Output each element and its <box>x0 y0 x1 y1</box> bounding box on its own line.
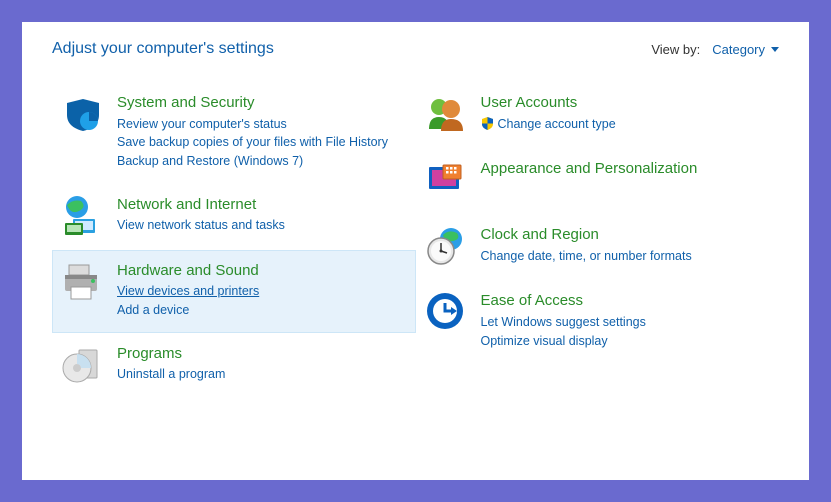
category-appearance[interactable]: Appearance and Personalization <box>416 148 780 214</box>
category-link[interactable]: View devices and printers <box>117 282 259 301</box>
ease-access-icon <box>423 289 467 333</box>
view-by-value: Category <box>712 42 765 57</box>
category-link[interactable]: Change date, time, or number formats <box>481 247 692 266</box>
uac-shield-icon <box>481 117 494 136</box>
category-body: Ease of Access Let Windows suggest setti… <box>481 289 646 350</box>
view-by-label: View by: <box>651 42 700 57</box>
category-link-text: Change account type <box>498 117 616 131</box>
category-user-accounts[interactable]: User Accounts Change account type <box>416 82 780 148</box>
category-title[interactable]: System and Security <box>117 93 388 113</box>
category-system-security[interactable]: System and Security Review your computer… <box>52 82 416 184</box>
category-links: View devices and printers Add a device <box>117 282 259 320</box>
category-link[interactable]: Review your computer's status <box>117 115 388 134</box>
category-title[interactable]: Ease of Access <box>481 291 646 311</box>
category-title[interactable]: Clock and Region <box>481 225 692 245</box>
category-links: Uninstall a program <box>117 365 225 384</box>
users-icon <box>423 91 467 135</box>
category-links: View network status and tasks <box>117 216 285 235</box>
category-title[interactable]: Hardware and Sound <box>117 261 259 281</box>
category-title[interactable]: Appearance and Personalization <box>481 159 698 179</box>
category-link[interactable]: Uninstall a program <box>117 365 225 384</box>
category-body: Hardware and Sound View devices and prin… <box>117 259 259 320</box>
clock-globe-icon <box>423 223 467 267</box>
category-body: System and Security Review your computer… <box>117 91 388 171</box>
header: Adjust your computer's settings View by:… <box>52 40 779 58</box>
category-link[interactable]: Add a device <box>117 301 259 320</box>
category-links: Review your computer's status Save backu… <box>117 115 388 171</box>
right-column: User Accounts Change account type <box>416 82 780 399</box>
category-link[interactable]: Let Windows suggest settings <box>481 313 646 332</box>
globe-network-icon <box>59 193 103 237</box>
category-title[interactable]: User Accounts <box>481 93 616 113</box>
printer-icon <box>59 259 103 303</box>
category-link[interactable]: Change account type <box>481 115 616 136</box>
category-links: Let Windows suggest settings Optimize vi… <box>481 313 646 351</box>
category-body: User Accounts Change account type <box>481 91 616 135</box>
category-link[interactable]: Optimize visual display <box>481 332 646 351</box>
category-hardware-sound[interactable]: Hardware and Sound View devices and prin… <box>52 250 416 333</box>
monitor-colors-icon <box>423 157 467 201</box>
shield-monitor-icon <box>59 91 103 135</box>
control-panel-window: Adjust your computer's settings View by:… <box>22 22 809 480</box>
category-title[interactable]: Programs <box>117 344 225 364</box>
left-column: System and Security Review your computer… <box>52 82 416 399</box>
category-clock-region[interactable]: Clock and Region Change date, time, or n… <box>416 214 780 280</box>
category-link[interactable]: Save backup copies of your files with Fi… <box>117 133 388 152</box>
category-links: Change account type <box>481 115 616 136</box>
category-network-internet[interactable]: Network and Internet View network status… <box>52 184 416 250</box>
page-title: Adjust your computer's settings <box>52 40 274 58</box>
view-by-dropdown[interactable]: Category <box>712 42 779 57</box>
category-link[interactable]: View network status and tasks <box>117 216 285 235</box>
category-body: Clock and Region Change date, time, or n… <box>481 223 692 267</box>
category-body: Programs Uninstall a program <box>117 342 225 386</box>
category-body: Appearance and Personalization <box>481 157 698 201</box>
categories-columns: System and Security Review your computer… <box>52 82 779 399</box>
disc-box-icon <box>59 342 103 386</box>
category-title[interactable]: Network and Internet <box>117 195 285 215</box>
category-body: Network and Internet View network status… <box>117 193 285 237</box>
category-ease-access[interactable]: Ease of Access Let Windows suggest setti… <box>416 280 780 363</box>
category-programs[interactable]: Programs Uninstall a program <box>52 333 416 399</box>
category-links: Change date, time, or number formats <box>481 247 692 266</box>
view-by-control: View by: Category <box>651 42 779 57</box>
chevron-down-icon <box>771 47 779 52</box>
category-link[interactable]: Backup and Restore (Windows 7) <box>117 152 388 171</box>
